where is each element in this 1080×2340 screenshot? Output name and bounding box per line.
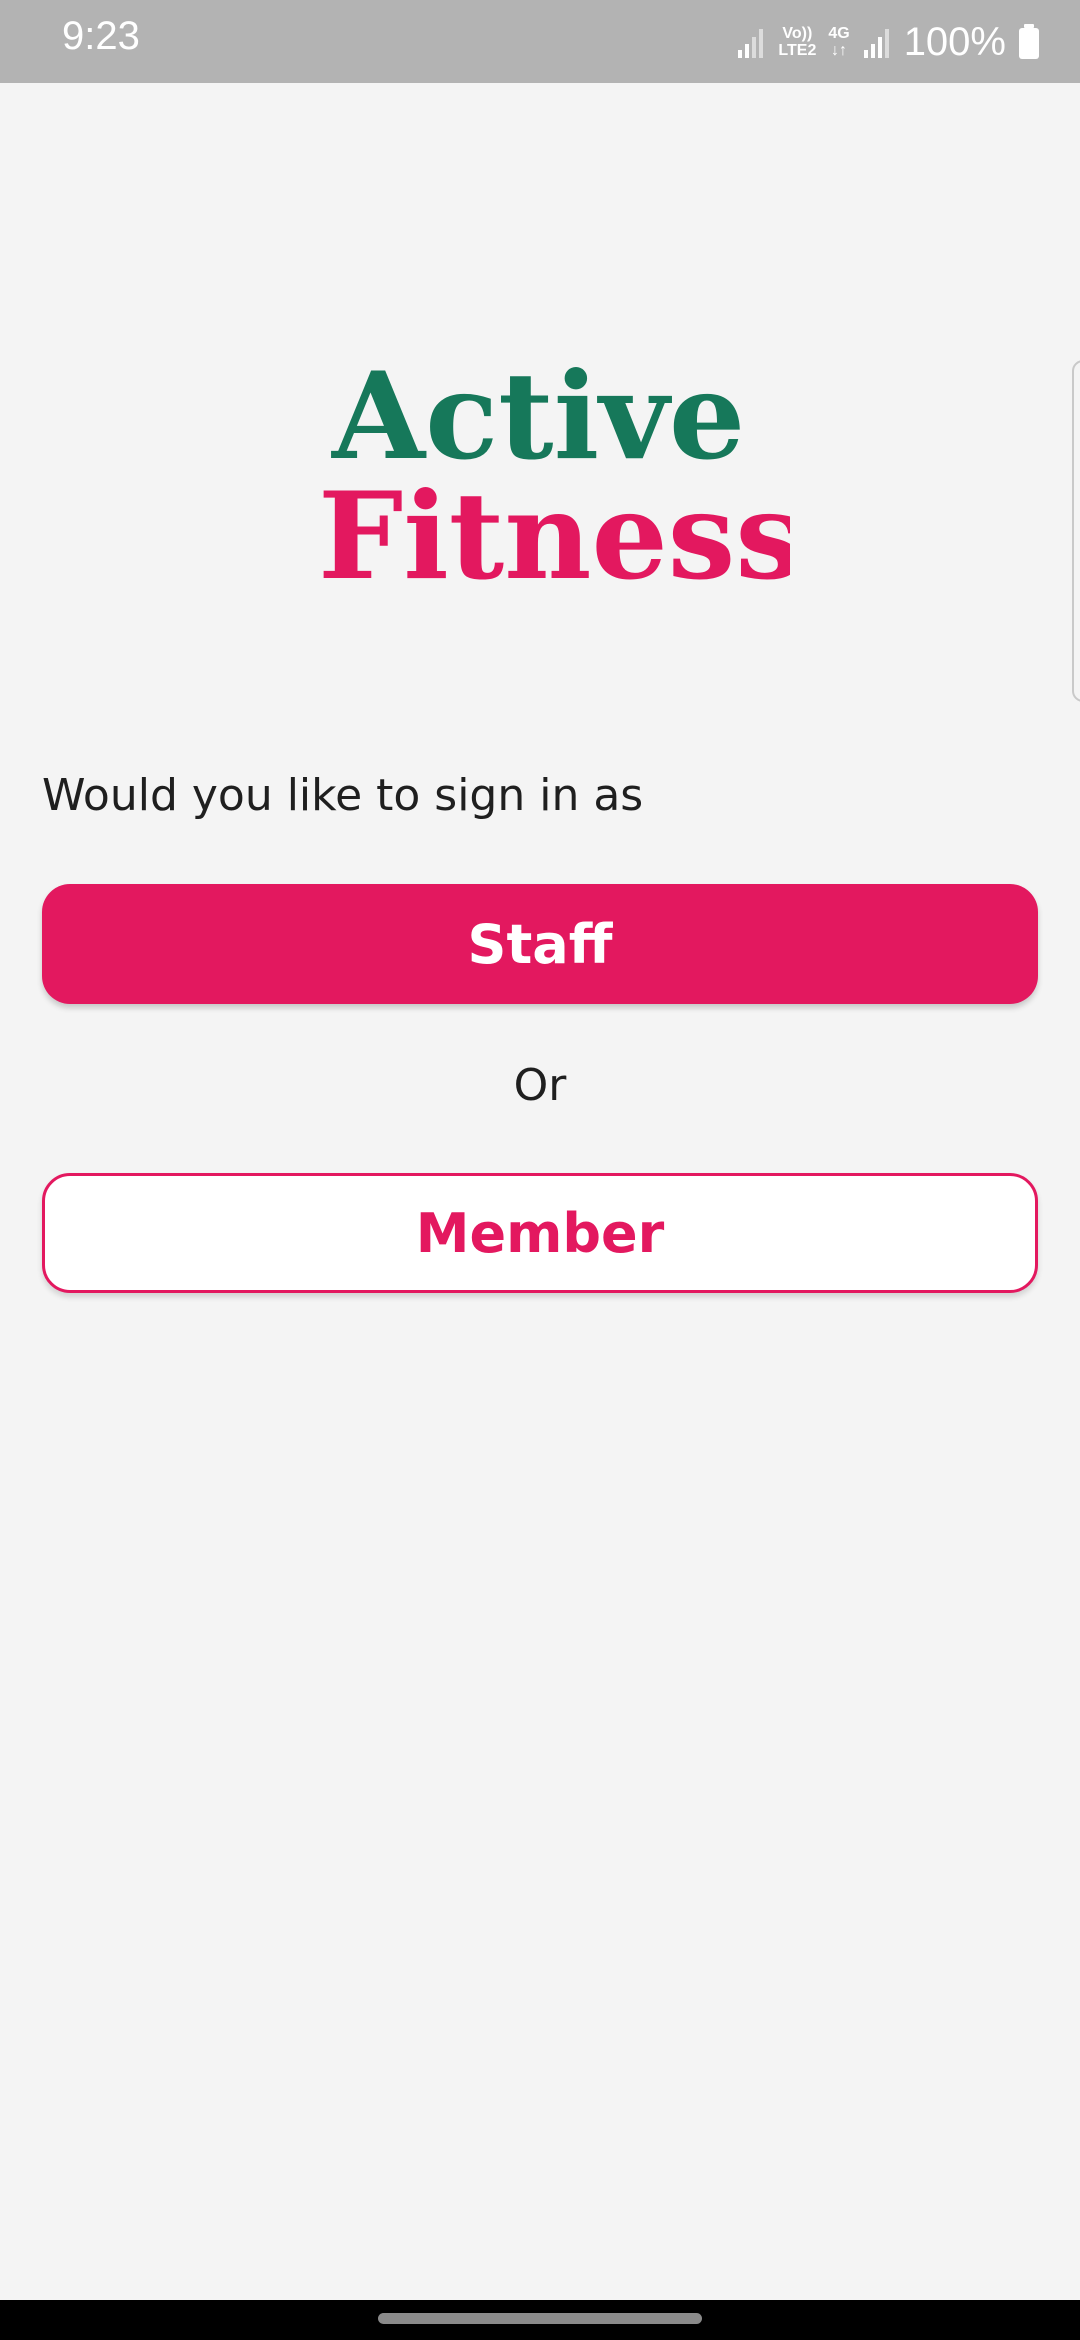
signal-icon [738,29,764,58]
status-bar: 9:23 Vo)) LTE2 4G ↓↑ 100% [0,0,1080,83]
status-time: 9:23 [62,14,140,58]
status-icons: Vo)) LTE2 4G ↓↑ 100% [736,14,1040,70]
logo-graphic: Active Fitness [318,346,803,607]
sign-in-prompt: Would you like to sign in as [42,770,644,821]
signal-icon-2 [863,29,889,58]
active-fitness-logo: Active Fitness [290,340,803,607]
or-separator: Or [513,1060,567,1111]
staff-button[interactable]: Staff [42,884,1038,1004]
volte-bottom: LTE2 [778,42,817,59]
volte-top: Vo)) [782,25,813,42]
network-type-indicator: 4G ↓↑ [828,25,849,59]
network-type: 4G [828,25,850,42]
logo-line2: Fitness [318,466,790,600]
data-activity-icon: ↓↑ [831,42,848,59]
member-button[interactable]: Member [42,1173,1038,1293]
battery-percentage: 100% [903,19,1006,64]
screen: 9:23 Vo)) LTE2 4G ↓↑ 100% Active Fitness… [0,0,1080,2340]
home-gesture-handle[interactable] [378,2313,702,2324]
volte-indicator: Vo)) LTE2 [778,25,816,59]
member-button-label: Member [415,1201,665,1265]
edge-panel-handle[interactable] [1072,360,1080,702]
navigation-bar [0,2300,1080,2340]
battery-icon [1019,24,1039,59]
staff-button-label: Staff [467,912,613,976]
